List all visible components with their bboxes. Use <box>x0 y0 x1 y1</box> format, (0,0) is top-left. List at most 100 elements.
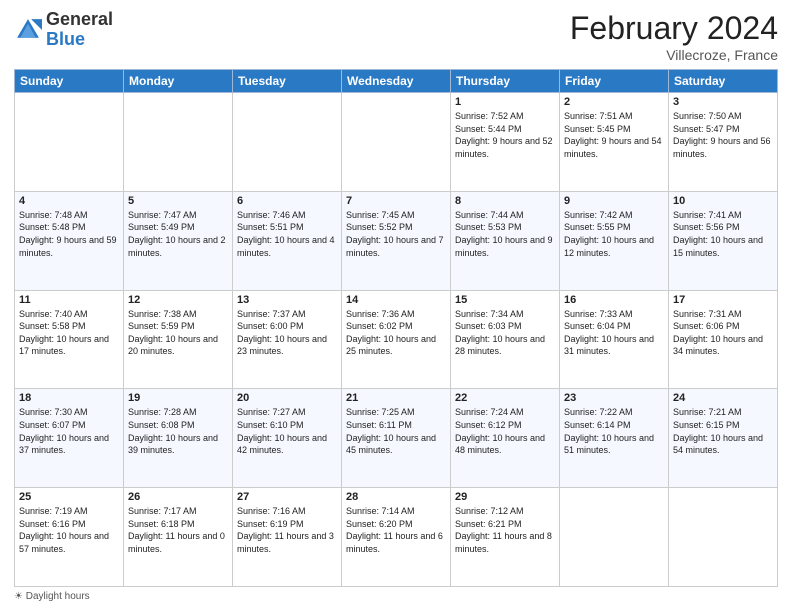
calendar-cell <box>342 93 451 192</box>
cell-info: Sunrise: 7:48 AM Sunset: 5:48 PM Dayligh… <box>19 209 119 259</box>
day-number: 12 <box>128 294 228 306</box>
calendar-cell: 11 Sunrise: 7:40 AM Sunset: 5:58 PM Dayli… <box>15 290 124 389</box>
calendar-cell: 23 Sunrise: 7:22 AM Sunset: 6:14 PM Dayli… <box>560 389 669 488</box>
cell-info: Sunrise: 7:52 AM Sunset: 5:44 PM Dayligh… <box>455 110 555 160</box>
day-number: 5 <box>128 195 228 207</box>
day-number: 9 <box>564 195 664 207</box>
calendar-week-row: 11 Sunrise: 7:40 AM Sunset: 5:58 PM Dayli… <box>15 290 778 389</box>
day-header-wednesday: Wednesday <box>342 70 451 93</box>
day-number: 16 <box>564 294 664 306</box>
header: General Blue February 2024 Villecroze, F… <box>14 10 778 63</box>
day-number: 24 <box>673 392 773 404</box>
day-header-thursday: Thursday <box>451 70 560 93</box>
day-number: 27 <box>237 491 337 503</box>
sub-title: Villecroze, France <box>570 47 778 63</box>
calendar-cell: 22 Sunrise: 7:24 AM Sunset: 6:12 PM Dayli… <box>451 389 560 488</box>
day-header-saturday: Saturday <box>669 70 778 93</box>
calendar-cell: 15Sunrise: 7:34 AM Sunset: 6:03 PM Dayli… <box>451 290 560 389</box>
cell-info: Sunrise: 7:33 AM Sunset: 6:04 PM Dayligh… <box>564 308 664 358</box>
calendar-cell: 25Sunrise: 7:19 AM Sunset: 6:16 PM Dayli… <box>15 488 124 587</box>
day-number: 28 <box>346 491 446 503</box>
cell-info: Sunrise: 7:44 AM Sunset: 5:53 PM Dayligh… <box>455 209 555 259</box>
day-number: 29 <box>455 491 555 503</box>
calendar-week-row: 25Sunrise: 7:19 AM Sunset: 6:16 PM Dayli… <box>15 488 778 587</box>
cell-info: Sunrise: 7:40 AM Sunset: 5:58 PM Dayligh… <box>19 308 119 358</box>
day-number: 17 <box>673 294 773 306</box>
calendar-cell: 18Sunrise: 7:30 AM Sunset: 6:07 PM Dayli… <box>15 389 124 488</box>
day-number: 6 <box>237 195 337 207</box>
day-number: 11 <box>19 294 119 306</box>
cell-info: Sunrise: 7:37 AM Sunset: 6:00 PM Dayligh… <box>237 308 337 358</box>
calendar-cell: 7Sunrise: 7:45 AM Sunset: 5:52 PM Daylig… <box>342 191 451 290</box>
calendar-cell: 9 Sunrise: 7:42 AM Sunset: 5:55 PM Daylig… <box>560 191 669 290</box>
logo-text: General Blue <box>46 10 113 50</box>
cell-info: Sunrise: 7:17 AM Sunset: 6:18 PM Dayligh… <box>128 505 228 555</box>
cell-info: Sunrise: 7:46 AM Sunset: 5:51 PM Dayligh… <box>237 209 337 259</box>
cell-info: Sunrise: 7:28 AM Sunset: 6:08 PM Dayligh… <box>128 406 228 456</box>
day-number: 19 <box>128 392 228 404</box>
day-number: 14 <box>346 294 446 306</box>
cell-info: Sunrise: 7:25 AM Sunset: 6:11 PM Dayligh… <box>346 406 446 456</box>
cell-info: Sunrise: 7:24 AM Sunset: 6:12 PM Dayligh… <box>455 406 555 456</box>
day-number: 20 <box>237 392 337 404</box>
day-header-friday: Friday <box>560 70 669 93</box>
cell-info: Sunrise: 7:30 AM Sunset: 6:07 PM Dayligh… <box>19 406 119 456</box>
cell-info: Sunrise: 7:31 AM Sunset: 6:06 PM Dayligh… <box>673 308 773 358</box>
cell-info: Sunrise: 7:21 AM Sunset: 6:15 PM Dayligh… <box>673 406 773 456</box>
calendar-cell: 19 Sunrise: 7:28 AM Sunset: 6:08 PM Dayli… <box>124 389 233 488</box>
day-number: 10 <box>673 195 773 207</box>
calendar-cell: 17 Sunrise: 7:31 AM Sunset: 6:06 PM Dayli… <box>669 290 778 389</box>
day-number: 21 <box>346 392 446 404</box>
page: General Blue February 2024 Villecroze, F… <box>0 0 792 612</box>
cell-info: Sunrise: 7:51 AM Sunset: 5:45 PM Dayligh… <box>564 110 664 160</box>
day-number: 26 <box>128 491 228 503</box>
title-block: February 2024 Villecroze, France <box>570 10 778 63</box>
calendar-cell: 27 Sunrise: 7:16 AM Sunset: 6:19 PM Dayli… <box>233 488 342 587</box>
cell-info: Sunrise: 7:16 AM Sunset: 6:19 PM Dayligh… <box>237 505 337 555</box>
calendar-cell: 12Sunrise: 7:38 AM Sunset: 5:59 PM Dayli… <box>124 290 233 389</box>
calendar-cell <box>669 488 778 587</box>
calendar-header-row: SundayMondayTuesdayWednesdayThursdayFrid… <box>15 70 778 93</box>
day-number: 22 <box>455 392 555 404</box>
calendar-cell: 4 Sunrise: 7:48 AM Sunset: 5:48 PM Daylig… <box>15 191 124 290</box>
cell-info: Sunrise: 7:47 AM Sunset: 5:49 PM Dayligh… <box>128 209 228 259</box>
calendar-week-row: 1 Sunrise: 7:52 AM Sunset: 5:44 PM Daylig… <box>15 93 778 192</box>
calendar-cell: 28 Sunrise: 7:14 AM Sunset: 6:20 PM Dayli… <box>342 488 451 587</box>
calendar-cell: 20 Sunrise: 7:27 AM Sunset: 6:10 PM Dayli… <box>233 389 342 488</box>
logo: General Blue <box>14 10 113 50</box>
calendar-cell: 14 Sunrise: 7:36 AM Sunset: 6:02 PM Dayli… <box>342 290 451 389</box>
calendar-cell: 29 Sunrise: 7:12 AM Sunset: 6:21 PM Dayli… <box>451 488 560 587</box>
day-number: 1 <box>455 96 555 108</box>
calendar-cell: 10 Sunrise: 7:41 AM Sunset: 5:56 PM Dayli… <box>669 191 778 290</box>
day-header-tuesday: Tuesday <box>233 70 342 93</box>
day-number: 13 <box>237 294 337 306</box>
calendar-cell: 21 Sunrise: 7:25 AM Sunset: 6:11 PM Dayli… <box>342 389 451 488</box>
cell-info: Sunrise: 7:14 AM Sunset: 6:20 PM Dayligh… <box>346 505 446 555</box>
cell-info: Sunrise: 7:19 AM Sunset: 6:16 PM Dayligh… <box>19 505 119 555</box>
day-number: 7 <box>346 195 446 207</box>
day-header-sunday: Sunday <box>15 70 124 93</box>
calendar-week-row: 4 Sunrise: 7:48 AM Sunset: 5:48 PM Daylig… <box>15 191 778 290</box>
calendar-cell: 2Sunrise: 7:51 AM Sunset: 5:45 PM Daylig… <box>560 93 669 192</box>
cell-info: Sunrise: 7:27 AM Sunset: 6:10 PM Dayligh… <box>237 406 337 456</box>
cell-info: Sunrise: 7:50 AM Sunset: 5:47 PM Dayligh… <box>673 110 773 160</box>
calendar-cell <box>560 488 669 587</box>
cell-info: Sunrise: 7:41 AM Sunset: 5:56 PM Dayligh… <box>673 209 773 259</box>
cell-info: Sunrise: 7:12 AM Sunset: 6:21 PM Dayligh… <box>455 505 555 555</box>
cell-info: Sunrise: 7:36 AM Sunset: 6:02 PM Dayligh… <box>346 308 446 358</box>
day-number: 23 <box>564 392 664 404</box>
calendar-cell: 1 Sunrise: 7:52 AM Sunset: 5:44 PM Daylig… <box>451 93 560 192</box>
calendar-cell: 16 Sunrise: 7:33 AM Sunset: 6:04 PM Dayli… <box>560 290 669 389</box>
cell-info: Sunrise: 7:34 AM Sunset: 6:03 PM Dayligh… <box>455 308 555 358</box>
calendar-week-row: 18Sunrise: 7:30 AM Sunset: 6:07 PM Dayli… <box>15 389 778 488</box>
day-number: 3 <box>673 96 773 108</box>
day-number: 8 <box>455 195 555 207</box>
day-number: 4 <box>19 195 119 207</box>
cell-info: Sunrise: 7:42 AM Sunset: 5:55 PM Dayligh… <box>564 209 664 259</box>
daylight-label: Daylight hours <box>26 591 90 602</box>
calendar-cell <box>15 93 124 192</box>
main-title: February 2024 <box>570 10 778 47</box>
calendar-cell <box>233 93 342 192</box>
cell-info: Sunrise: 7:22 AM Sunset: 6:14 PM Dayligh… <box>564 406 664 456</box>
calendar-cell: 3 Sunrise: 7:50 AM Sunset: 5:47 PM Daylig… <box>669 93 778 192</box>
